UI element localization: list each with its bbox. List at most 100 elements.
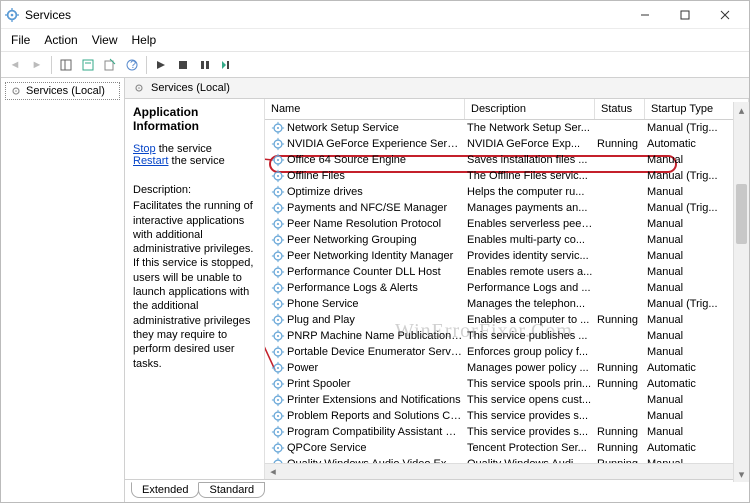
gear-icon: [271, 281, 285, 295]
service-status: Running: [597, 458, 647, 463]
col-status[interactable]: Status: [595, 99, 645, 119]
service-row[interactable]: Optimize drivesHelps the computer ru...M…: [265, 184, 749, 200]
details-pane: Application Information Stop the service…: [125, 99, 265, 479]
gear-icon: [271, 425, 285, 439]
col-description[interactable]: Description: [465, 99, 595, 119]
minimize-button[interactable]: [625, 1, 665, 29]
service-row[interactable]: Peer Name Resolution ProtocolEnables ser…: [265, 216, 749, 232]
service-name: Payments and NFC/SE Manager: [287, 202, 467, 214]
col-name[interactable]: Name: [265, 99, 465, 119]
properties-button[interactable]: [78, 55, 98, 75]
service-row[interactable]: Peer Networking GroupingEnables multi-pa…: [265, 232, 749, 248]
stop-link[interactable]: Stop: [133, 143, 156, 155]
service-name: Phone Service: [287, 298, 467, 310]
back-button[interactable]: ◄: [5, 55, 25, 75]
scroll-down-icon[interactable]: ▾: [734, 466, 749, 482]
menu-file[interactable]: File: [5, 31, 36, 49]
service-status: Running: [597, 442, 647, 454]
service-name: Print Spooler: [287, 378, 467, 390]
svg-text:?: ?: [130, 59, 136, 71]
service-name: NVIDIA GeForce Experience Service: [287, 138, 467, 150]
service-name: Peer Networking Grouping: [287, 234, 467, 246]
scroll-thumb[interactable]: [736, 184, 747, 244]
service-row[interactable]: Printer Extensions and NotificationsThis…: [265, 392, 749, 408]
service-name: Problem Reports and Solutions Control Pa…: [287, 410, 467, 422]
service-row[interactable]: Payments and NFC/SE ManagerManages payme…: [265, 200, 749, 216]
horizontal-scrollbar[interactable]: ◂ ▸: [265, 463, 749, 479]
menu-help[interactable]: Help: [126, 31, 163, 49]
service-row[interactable]: Print SpoolerThis service spools prin...…: [265, 376, 749, 392]
service-row[interactable]: Offline FilesThe Offline Files servic...…: [265, 168, 749, 184]
service-row[interactable]: Portable Device Enumerator ServiceEnforc…: [265, 344, 749, 360]
help-button[interactable]: ?: [122, 55, 142, 75]
service-description: Performance Logs and ...: [467, 282, 597, 294]
service-description: This service publishes ...: [467, 330, 597, 342]
service-name: Portable Device Enumerator Service: [287, 346, 467, 358]
scroll-left-icon[interactable]: ◂: [265, 464, 281, 479]
service-status: Running: [597, 138, 647, 150]
vertical-scrollbar[interactable]: ▴ ▾: [733, 102, 749, 482]
service-name: Network Setup Service: [287, 122, 467, 134]
service-row[interactable]: Plug and PlayEnables a computer to ...Ru…: [265, 312, 749, 328]
service-row[interactable]: Peer Networking Identity ManagerProvides…: [265, 248, 749, 264]
service-row[interactable]: Program Compatibility Assistant ServiceT…: [265, 424, 749, 440]
service-row[interactable]: Performance Counter DLL HostEnables remo…: [265, 264, 749, 280]
service-row[interactable]: Phone ServiceManages the telephon...Manu…: [265, 296, 749, 312]
restart-link[interactable]: Restart: [133, 155, 168, 167]
gear-icon: [271, 249, 285, 263]
service-name: Program Compatibility Assistant Service: [287, 426, 467, 438]
start-button[interactable]: [151, 55, 171, 75]
gear-icon: [271, 169, 285, 183]
service-name: QPCore Service: [287, 442, 467, 454]
service-row[interactable]: Office 64 Source EngineSaves installatio…: [265, 152, 749, 168]
service-row[interactable]: PNRP Machine Name Publication ServiceThi…: [265, 328, 749, 344]
export-button[interactable]: [100, 55, 120, 75]
service-row[interactable]: PowerManages power policy ...RunningAuto…: [265, 360, 749, 376]
service-name: PNRP Machine Name Publication Service: [287, 330, 467, 342]
service-status: Running: [597, 426, 647, 438]
service-row[interactable]: Quality Windows Audio Video ExperienceQu…: [265, 456, 749, 463]
service-name: Peer Networking Identity Manager: [287, 250, 467, 262]
service-row[interactable]: Problem Reports and Solutions Control Pa…: [265, 408, 749, 424]
forward-button[interactable]: ►: [27, 55, 47, 75]
tab-standard[interactable]: Standard: [198, 482, 265, 498]
service-description: This service provides s...: [467, 410, 597, 422]
service-name: Peer Name Resolution Protocol: [287, 218, 467, 230]
service-row[interactable]: QPCore ServiceTencent Protection Ser...R…: [265, 440, 749, 456]
gear-icon: [271, 153, 285, 167]
gear-icon: [271, 329, 285, 343]
menubar: File Action View Help: [1, 29, 749, 52]
gear-icon: [271, 217, 285, 231]
nav-services-local[interactable]: Services (Local): [5, 82, 120, 100]
service-description: Manages payments an...: [467, 202, 597, 214]
tab-extended[interactable]: Extended: [131, 482, 199, 498]
service-row[interactable]: Network Setup ServiceThe Network Setup S…: [265, 120, 749, 136]
gear-icon: [271, 265, 285, 279]
service-description: Enables serverless peer ...: [467, 218, 597, 230]
menu-action[interactable]: Action: [38, 31, 83, 49]
show-hide-button[interactable]: [56, 55, 76, 75]
tab-bar: Extended Standard: [125, 479, 749, 502]
gear-icon: [271, 377, 285, 391]
close-button[interactable]: [705, 1, 745, 29]
details-heading: Application Information: [133, 105, 256, 133]
nav-item-label: Services (Local): [26, 85, 105, 97]
service-name: Power: [287, 362, 467, 374]
service-name: Printer Extensions and Notifications: [287, 394, 467, 406]
scroll-up-icon[interactable]: ▴: [734, 102, 749, 118]
column-headers: Name Description Status Startup Type: [265, 99, 749, 120]
separator: [146, 56, 147, 74]
service-description: NVIDIA GeForce Exp...: [467, 138, 597, 150]
stop-button[interactable]: [173, 55, 193, 75]
restart-button[interactable]: [217, 55, 237, 75]
service-description: This service opens cust...: [467, 394, 597, 406]
nav-pane: Services (Local): [1, 78, 125, 502]
service-name: Plug and Play: [287, 314, 467, 326]
pause-button[interactable]: [195, 55, 215, 75]
service-row[interactable]: Performance Logs & AlertsPerformance Log…: [265, 280, 749, 296]
gear-icon: [271, 457, 285, 463]
menu-view[interactable]: View: [86, 31, 124, 49]
gear-icon: [271, 297, 285, 311]
maximize-button[interactable]: [665, 1, 705, 29]
service-row[interactable]: NVIDIA GeForce Experience ServiceNVIDIA …: [265, 136, 749, 152]
